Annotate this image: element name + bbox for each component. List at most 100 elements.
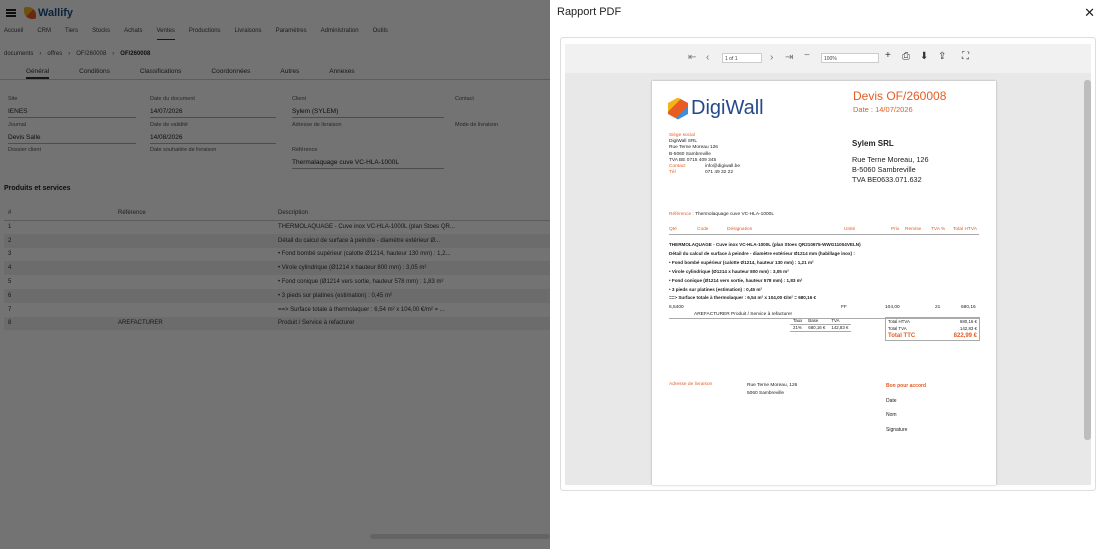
table-cell-n: 8 — [4, 316, 114, 331]
previous-page-icon[interactable]: ‹ — [706, 52, 709, 63]
vat-cell: 680,16 € — [805, 324, 829, 332]
dossier-client-field[interactable]: Dossier client — [8, 147, 136, 153]
column-header-description[interactable]: Description — [274, 206, 560, 221]
date-souhaitee-field[interactable]: Date souhaitée de livraison — [150, 147, 276, 153]
site-field[interactable]: Site IENES — [8, 96, 136, 118]
table-cell-ref — [114, 261, 274, 276]
table-cell-n: 3 — [8, 251, 12, 258]
date-document-field[interactable]: Date du document 14/07/2026 — [150, 96, 276, 118]
reference-value: Thermolaquage cuve VC-HLA-1000L — [695, 212, 774, 217]
menu-item-tiers[interactable]: Tiers — [65, 28, 78, 40]
breadcrumb-item[interactable]: OF/260008 — [76, 51, 106, 57]
table-row[interactable]: 4 • Virole cylindrique (Ø1214 x hauteur 8… — [4, 261, 560, 276]
table-horizontal-scrollbar[interactable] — [370, 534, 550, 539]
menu-item-crm[interactable]: CRM — [37, 28, 51, 40]
table-cell-ref — [114, 248, 274, 262]
table-row[interactable]: 7 ==> Surface totale à thermolaquer : 6,5… — [4, 303, 560, 317]
menu-item-achats[interactable]: Achats — [124, 28, 142, 40]
line-description: THERMOLAQUAGE - Cuve inox VC-HLA-1000L (… — [669, 241, 979, 303]
field-label: Date souhaitée de livraison — [150, 147, 217, 153]
download-icon[interactable]: ⬇ — [920, 51, 928, 62]
last-page-icon[interactable]: ⇥ — [785, 52, 793, 63]
tab-coordonnees[interactable]: Coordonnées — [211, 68, 250, 79]
adresse-livraison-field[interactable]: Adresse de livraison — [292, 122, 444, 128]
menu-item-livraisons[interactable]: Livraisons — [235, 28, 262, 40]
column-header-reference[interactable]: Référence — [114, 206, 274, 221]
delivery-line: 5060 Sambreville — [747, 391, 785, 396]
breadcrumb-separator: › — [112, 51, 115, 57]
client-line: Rue Terne Moreau, 126 — [852, 155, 929, 164]
header-total: Total HTVA — [953, 227, 977, 232]
table-cell-ref — [114, 303, 274, 317]
print-icon[interactable]: ⎙ — [902, 51, 910, 62]
field-label: Client — [292, 96, 307, 102]
total-htva-row: Total HTVA 680,16 € — [886, 318, 979, 325]
table-cell-ref: AREFACTURER — [114, 316, 274, 331]
breadcrumb-separator: › — [39, 51, 42, 57]
journal-field[interactable]: Journal Devis Salle — [8, 122, 136, 144]
breadcrumb-item[interactable]: documents — [4, 51, 33, 57]
tab-annexes[interactable]: Annexes — [329, 68, 354, 79]
tab-conditions[interactable]: Conditions — [79, 68, 110, 79]
digiwall-logo: DigiWall — [668, 97, 764, 120]
viewer-scrollbar[interactable] — [1084, 80, 1091, 440]
menu-item-productions[interactable]: Productions — [189, 28, 221, 40]
table-cell-ref — [114, 275, 274, 289]
date-validite-field[interactable]: Date de validité 14/08/2026 — [150, 122, 276, 144]
field-label: Adresse de livraison — [292, 122, 342, 128]
ttc-value: 822,99 € — [953, 333, 977, 339]
page-select[interactable]: 1 of 1 — [722, 53, 762, 63]
breadcrumb-separator: › — [68, 51, 71, 57]
description-line: • Fond conique (Ø1214 vers sortie, haute… — [669, 277, 803, 283]
zoom-out-icon[interactable]: − — [804, 50, 810, 61]
table-row[interactable]: 1 THERMOLAQUAGE - Cuve inox VC-HLA-1000L … — [4, 220, 560, 234]
contact-field[interactable]: Contact — [455, 96, 550, 102]
tab-general[interactable]: Général — [26, 68, 50, 79]
client-field[interactable]: Client Sylem (SYLEM) — [292, 96, 444, 118]
menu-item-stocks[interactable]: Stocks — [92, 28, 110, 40]
tab-autres[interactable]: Autres — [280, 68, 299, 79]
menu-item-parametres[interactable]: Paramètres — [276, 28, 307, 40]
close-icon[interactable]: ✕ — [1084, 5, 1095, 21]
vat-header: Taux — [790, 317, 806, 325]
mode-livraison-field[interactable]: Mode de livraison — [455, 122, 550, 128]
table-row[interactable]: 3 • Fond bombé supérieur (calotte Ø1214, … — [4, 248, 560, 262]
breadcrumb: documents › offres › OF/260008 › OF/260008 — [4, 51, 150, 57]
table-cell-ref — [114, 220, 274, 234]
field-label: Mode de livraison — [455, 122, 499, 128]
field-label: Date du document — [150, 96, 195, 102]
table-row[interactable]: 2 Détail du calcul de surface à peindre -… — [4, 233, 560, 248]
table-row[interactable]: 8 AREFACTURER Produit / Service à refactur… — [4, 316, 560, 331]
client-line: TVA BE0633.071.632 — [852, 175, 922, 184]
first-page-icon[interactable]: ⇤ — [688, 52, 696, 63]
zoom-select[interactable]: 100% — [821, 53, 879, 63]
tab-classifications[interactable]: Classifications — [140, 68, 182, 79]
fullscreen-icon[interactable]: ⛶ — [962, 51, 969, 62]
column-header-number[interactable]: # — [4, 206, 114, 221]
line-refacturer: AREFACTURER Produit / Service à refactur… — [694, 312, 793, 317]
table-row[interactable]: 6 • 3 pieds sur platines (estimation) : 0… — [4, 288, 560, 303]
line-total: 680,16 — [961, 305, 976, 310]
breadcrumb-item[interactable]: offres — [47, 51, 62, 57]
menu-item-accueil[interactable]: Accueil — [4, 28, 23, 40]
field-value: Thermalaquage cuve VC-HLA-1000L — [292, 159, 444, 169]
table-cell-desc: • Fond conique (Ø1214 vers sortie, haute… — [278, 279, 444, 286]
menu-item-ventes[interactable]: Ventes — [156, 28, 175, 40]
hamburger-menu-icon[interactable] — [6, 9, 16, 17]
menu-item-outils[interactable]: Outils — [373, 28, 388, 40]
table-cell-n: 6 — [4, 288, 114, 303]
reference-field[interactable]: Référence Thermalaquage cuve VC-HLA-1000L — [292, 147, 444, 169]
client-block: Sylem SRL Rue Terne Moreau, 126 B-5060 S… — [852, 139, 929, 185]
menu-item-administration[interactable]: Administration — [321, 28, 359, 40]
field-value: Devis Salle — [8, 134, 136, 144]
table-cell-n: 7 — [8, 306, 12, 313]
header-code: Code — [697, 227, 709, 232]
header-qty: Qté — [669, 227, 677, 232]
zoom-in-icon[interactable]: + — [885, 50, 891, 61]
line-vat: 21 — [935, 305, 941, 310]
share-icon[interactable]: ⇪ — [938, 51, 946, 62]
table-cell-desc: THERMOLAQUAGE - Cuve inox VC-HLA-1000L (… — [278, 224, 455, 231]
table-row[interactable]: 5 • Fond conique (Ø1214 vers sortie, haut… — [4, 275, 560, 289]
vat-summary-table: Taux Base TVA 21% 680,16 €142,83 € — [790, 317, 852, 332]
next-page-icon[interactable]: › — [770, 52, 773, 63]
